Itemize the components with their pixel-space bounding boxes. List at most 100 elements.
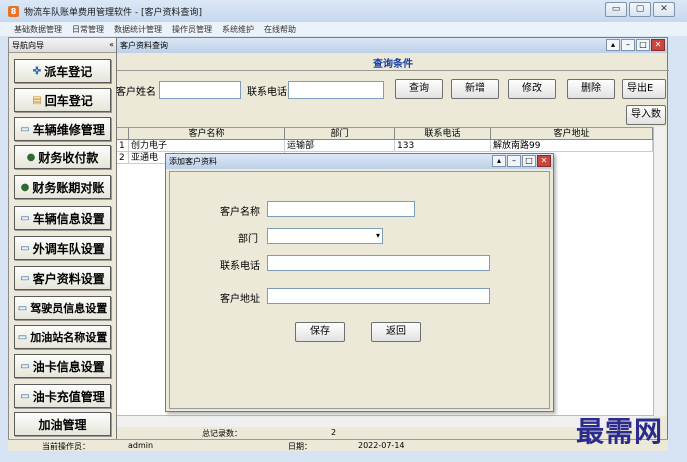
date-label: 日期： — [288, 442, 312, 451]
menu-basic-data[interactable]: 基础数据管理 — [14, 24, 62, 35]
menu-help[interactable]: 在线帮助 — [264, 24, 296, 35]
sidebar-title: 导航向导 — [12, 41, 44, 50]
sidebar-item-label: 财务账期对账 — [32, 180, 105, 195]
query-window-maximize-button[interactable]: □ — [636, 39, 650, 51]
sidebar-item-reconcile[interactable]: ● 财务账期对账 — [14, 175, 111, 199]
menu-bar: 基础数据管理 日常管理 数据统计管理 操作员管理 系统维护 在线帮助 — [0, 22, 687, 36]
sidebar-item-fuel-card[interactable]: ▭ 油卡信息设置 — [14, 354, 111, 378]
money-bag-icon: ● — [26, 151, 36, 163]
maximize-button[interactable]: ▢ — [629, 2, 651, 17]
sidebar-item-driver[interactable]: ▭ 驾驶员信息设置 — [14, 296, 111, 320]
menu-statistics[interactable]: 数据统计管理 — [114, 24, 162, 35]
query-button[interactable]: 查询 — [395, 79, 443, 99]
sidebar-item-label: 车辆维修管理 — [32, 122, 105, 137]
form-icon: ▭ — [20, 390, 30, 402]
window-controls: ▭ ▢ ✕ — [605, 2, 675, 17]
dialog-dept-select[interactable]: ▾ — [267, 228, 383, 244]
form-icon: ▭ — [20, 242, 30, 254]
sidebar-item-refuel[interactable]: 加油管理 — [14, 412, 111, 436]
return-icon: ▤ — [32, 94, 42, 106]
query-window-titlebar: 客户资料查询 ▴ – □ ✕ — [117, 38, 667, 53]
sidebar-item-label: 车辆信息设置 — [32, 211, 105, 226]
customer-name-input[interactable] — [159, 81, 241, 99]
sidebar-header: 导航向导 « — [9, 38, 117, 53]
row-number: 1 — [117, 140, 129, 152]
sidebar-item-dispatch[interactable]: ✜ 派车登记 — [14, 59, 111, 83]
dialog-name-input[interactable] — [267, 201, 415, 217]
delete-button[interactable]: 删除 — [567, 79, 615, 99]
dialog-maximize-button[interactable]: □ — [522, 155, 536, 167]
sidebar-item-vehicle-info[interactable]: ▭ 车辆信息设置 — [14, 206, 111, 230]
menu-daily[interactable]: 日常管理 — [72, 24, 104, 35]
sidebar-item-label: 加油管理 — [38, 417, 87, 432]
form-icon: ▭ — [17, 302, 28, 314]
form-icon: ▭ — [20, 272, 30, 284]
status-bar: 当前操作员： admin 日期： 2022-07-14 — [8, 439, 668, 451]
grid-horizontal-scrollbar[interactable] — [117, 415, 653, 427]
edit-button[interactable]: 修改 — [508, 79, 556, 99]
table-cell[interactable]: 解放南路99 — [491, 140, 653, 152]
query-window-minimize-button[interactable]: – — [621, 39, 635, 51]
column-header-dept[interactable]: 部门 — [285, 128, 395, 140]
query-window-restore-button[interactable]: ▴ — [606, 39, 620, 51]
import-button[interactable]: 导入数 — [626, 105, 666, 125]
sidebar-item-label: 派车登记 — [44, 64, 93, 79]
export-button[interactable]: 导出E — [622, 79, 666, 99]
menu-system[interactable]: 系统维护 — [222, 24, 254, 35]
sidebar-item-label: 加油站名称设置 — [30, 331, 108, 344]
dialog-close-button[interactable]: ✕ — [537, 155, 551, 167]
menu-operators[interactable]: 操作员管理 — [172, 24, 212, 35]
query-window-close-button[interactable]: ✕ — [651, 39, 665, 51]
close-button[interactable]: ✕ — [653, 2, 675, 17]
row-number-header — [117, 128, 129, 140]
table-row[interactable]: 创力电子 — [129, 140, 285, 152]
dispatch-icon: ✜ — [32, 65, 42, 77]
sidebar-item-label: 客户资料设置 — [32, 271, 105, 286]
query-window-title: 客户资料查询 — [120, 41, 168, 50]
dialog-title: 添加客户资料 — [169, 157, 217, 166]
total-records-value: 2 — [331, 428, 337, 437]
sidebar-collapse-button[interactable]: « — [109, 40, 114, 50]
phone-input[interactable] — [288, 81, 384, 99]
dialog-address-input[interactable] — [267, 288, 490, 304]
sidebar-item-label: 外调车队设置 — [32, 241, 105, 256]
sidebar-item-payment[interactable]: ● 财务收付款 — [14, 145, 111, 169]
dialog-titlebar: 添加客户资料 ▴ – □ ✕ — [166, 154, 553, 169]
sidebar-item-gas-station[interactable]: ▭ 加油站名称设置 — [14, 325, 111, 349]
sidebar-item-customer[interactable]: ▭ 客户资料设置 — [14, 266, 111, 290]
phone-label: 联系电话 — [247, 87, 287, 98]
save-button[interactable]: 保存 — [295, 322, 345, 342]
form-icon: ▭ — [20, 360, 30, 372]
watermark-logo: 最需网 — [576, 415, 664, 448]
app-icon: 8 — [8, 5, 19, 17]
chevron-down-icon: ▾ — [375, 231, 380, 240]
form-icon: ▭ — [20, 212, 30, 224]
total-records-label: 总记录数： — [202, 429, 242, 438]
dialog-restore-button[interactable]: ▴ — [492, 155, 506, 167]
column-header-phone[interactable]: 联系电话 — [395, 128, 491, 140]
sidebar-item-label: 油卡信息设置 — [32, 359, 105, 374]
table-cell[interactable]: 运输部 — [285, 140, 395, 152]
sidebar-item-label: 油卡充值管理 — [32, 389, 105, 404]
sidebar-item-repair[interactable]: ▭ 车辆维修管理 — [14, 117, 111, 141]
dialog-address-label: 客户地址 — [220, 294, 260, 305]
sidebar-item-external-fleet[interactable]: ▭ 外调车队设置 — [14, 236, 111, 260]
add-button[interactable]: 新增 — [451, 79, 499, 99]
navigation-sidebar: 导航向导 « ✜ 派车登记 ▤ 回车登记 ▭ 车辆维修管理 ● 财务收付款 ● 财务账期对… — [8, 37, 118, 451]
add-customer-dialog: 添加客户资料 ▴ – □ ✕ 客户名称 部门 ▾ 联系电话 客户地址 保存 返回 — [165, 153, 554, 412]
back-button[interactable]: 返回 — [371, 322, 421, 342]
customer-name-label: 客户姓名 — [116, 87, 156, 98]
form-icon: ▭ — [17, 331, 28, 343]
minimize-button[interactable]: ▭ — [605, 2, 627, 17]
sidebar-item-label: 回车登记 — [44, 93, 93, 108]
column-header-name[interactable]: 客户名称 — [129, 128, 285, 140]
dialog-minimize-button[interactable]: – — [507, 155, 521, 167]
column-header-address[interactable]: 客户地址 — [491, 128, 653, 140]
money-bag-icon: ● — [20, 181, 30, 193]
table-cell[interactable]: 133 — [395, 140, 491, 152]
grid-vertical-scrollbar[interactable] — [653, 127, 666, 416]
dialog-phone-input[interactable] — [267, 255, 490, 271]
sidebar-item-return[interactable]: ▤ 回车登记 — [14, 88, 111, 112]
sidebar-item-card-recharge[interactable]: ▭ 油卡充值管理 — [14, 384, 111, 408]
dialog-body: 客户名称 部门 ▾ 联系电话 客户地址 保存 返回 — [169, 171, 550, 409]
